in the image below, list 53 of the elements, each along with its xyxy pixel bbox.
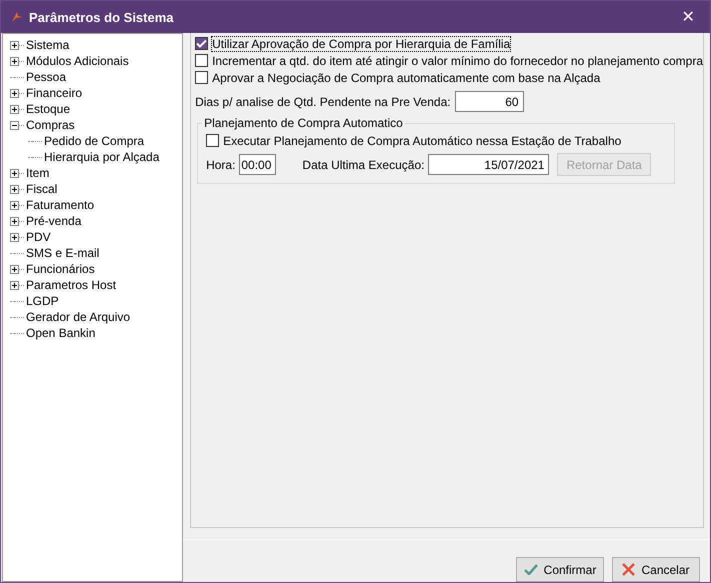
checkbox[interactable]	[195, 37, 208, 50]
expand-icon[interactable]	[10, 184, 19, 194]
tree-item[interactable]: Item	[24, 166, 52, 180]
input-field[interactable]: 60	[454, 91, 524, 112]
field-label: Hora:	[206, 158, 236, 172]
tree-item[interactable]: SMS e E-mail	[24, 246, 102, 260]
tree-item[interactable]: Pessoa	[24, 70, 68, 84]
checkbox-label: Utilizar Aprovação de Compra por Hierarquia de Família	[212, 36, 510, 50]
expand-icon[interactable]	[10, 56, 19, 66]
collapse-icon[interactable]	[10, 120, 19, 130]
tree-item[interactable]: Gerador de Arquivo	[24, 310, 132, 324]
checkbox-label: Incrementar a qtd. do item até atingir o valor mínimo do fornecedor no planejamento compra	[212, 54, 703, 68]
expand-icon[interactable]	[10, 88, 19, 98]
tree-item[interactable]: Pré-venda	[24, 214, 84, 228]
field-label: Dias p/ analise de Qtd. Pendente na Pre Venda:	[195, 94, 451, 108]
checkbox-label: Executar Planejamento de Compra Automático nessa Estação de Trabalho	[223, 134, 622, 148]
tree-item[interactable]: Faturamento	[24, 198, 96, 212]
close-icon	[622, 563, 636, 576]
tree-item[interactable]: PDV	[24, 230, 53, 244]
window-title: Parâmetros do Sistema	[29, 10, 175, 24]
close-button[interactable]: ✕	[666, 1, 710, 33]
time-field[interactable]: 00:00	[239, 154, 276, 175]
tree-item[interactable]: Compras	[24, 118, 77, 132]
checkbox-label: Aprovar a Negociação de Compra automaticamente com base na Alçada	[212, 70, 600, 84]
field-label: Data Ultima Execução:	[302, 158, 424, 172]
expand-icon[interactable]	[10, 40, 19, 50]
expand-icon[interactable]	[10, 232, 19, 242]
tree-item[interactable]: Sistema	[24, 38, 72, 52]
tree-item[interactable]: Fiscal	[24, 182, 60, 196]
tree-item[interactable]: Estoque	[24, 102, 72, 116]
confirm-button[interactable]: Confirmar	[516, 557, 604, 582]
checkbox[interactable]	[195, 54, 208, 67]
tree-item[interactable]: Pedido de Compra	[42, 134, 146, 148]
expand-icon[interactable]	[10, 280, 19, 290]
checkbox[interactable]	[195, 71, 208, 84]
app-logo-icon	[11, 11, 23, 23]
tree-item[interactable]: Funcionários	[24, 262, 97, 276]
tree-item[interactable]: Parametros Host	[24, 278, 118, 292]
group-title: Planejamento de Compra Automatico	[203, 116, 404, 130]
date-field[interactable]: 15/07/2021	[428, 154, 550, 175]
tree-item[interactable]: LGDP	[24, 294, 61, 308]
expand-icon[interactable]	[10, 168, 19, 178]
expand-icon[interactable]	[10, 104, 19, 114]
cancel-button[interactable]: Cancelar	[612, 557, 700, 582]
check-icon	[524, 564, 538, 575]
tree-item[interactable]: Open Bankin	[24, 326, 98, 340]
expand-icon[interactable]	[10, 200, 19, 210]
tree-item[interactable]: Módulos Adicionais	[24, 54, 131, 68]
checkbox[interactable]	[206, 134, 220, 147]
expand-icon[interactable]	[10, 216, 19, 226]
expand-icon[interactable]	[10, 264, 19, 274]
tree-item[interactable]: Financeiro	[24, 86, 84, 100]
tree-item[interactable]: Hierarquia por Alçada	[42, 150, 162, 164]
